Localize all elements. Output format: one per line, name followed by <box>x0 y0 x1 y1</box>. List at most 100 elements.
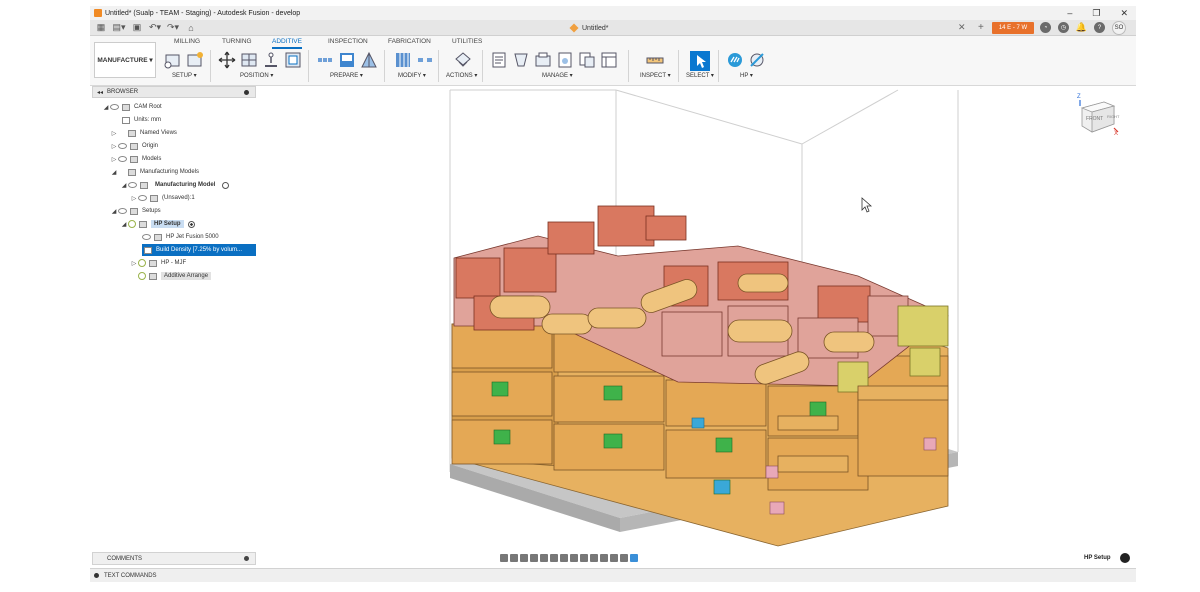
visibility-icon[interactable] <box>142 234 151 240</box>
workspace-switcher[interactable]: MANUFACTURE ▾ <box>94 42 156 78</box>
redo-icon[interactable]: ↷▾ <box>166 22 180 34</box>
expand-icon[interactable]: ▷ <box>130 260 138 267</box>
add-comment-icon[interactable] <box>244 556 249 561</box>
tree-node-machine[interactable]: HP Jet Fusion 5000 <box>142 231 219 243</box>
viewcube-front-label[interactable]: FRONT <box>1086 116 1103 122</box>
collapse-icon[interactable]: ◢ <box>102 104 110 111</box>
build-volume-scene[interactable] <box>258 86 1136 550</box>
hp-send-icon[interactable] <box>748 51 766 69</box>
collapse-icon[interactable]: ◢ <box>110 169 118 176</box>
environment-icon[interactable] <box>590 554 598 562</box>
print-settings-library-icon[interactable] <box>600 51 618 69</box>
expand-icon[interactable]: ▷ <box>130 195 138 202</box>
group-prepare[interactable]: PREPARE ▾ <box>330 72 363 79</box>
orientation-icon[interactable] <box>284 51 302 69</box>
comments-panel[interactable]: COMMENTS <box>92 552 256 565</box>
tree-node-origin[interactable]: ▷ Origin <box>110 140 158 152</box>
collapse-icon[interactable]: ◢ <box>110 208 118 215</box>
arrange-icon[interactable] <box>316 51 334 69</box>
generate-icon[interactable] <box>360 51 378 69</box>
help-icon[interactable]: ? <box>1094 22 1105 33</box>
visibility-icon[interactable] <box>118 143 127 149</box>
post-library-icon[interactable] <box>556 51 574 69</box>
new-tab-icon[interactable]: + <box>978 22 984 33</box>
tab-additive[interactable]: ADDITIVE <box>272 38 302 49</box>
view-cube[interactable]: Z FRONT RIGHT X <box>1074 94 1120 140</box>
tree-node-hp-mjf[interactable]: ▷ HP - MJF <box>130 257 186 269</box>
browser-header[interactable]: ◂◂ BROWSER <box>92 86 256 98</box>
display-settings-icon[interactable] <box>550 554 558 562</box>
orbit-icon[interactable] <box>500 554 508 562</box>
tool-library-icon[interactable] <box>512 51 530 69</box>
place-parts-icon[interactable] <box>240 51 258 69</box>
close-icon[interactable]: ✕ <box>1120 8 1128 19</box>
user-avatar[interactable]: SO <box>1112 21 1126 35</box>
tab-utilities[interactable]: UTILITIES <box>452 38 482 45</box>
group-manage[interactable]: MANAGE ▾ <box>542 72 573 79</box>
place-on-platform-icon[interactable] <box>262 51 280 69</box>
visibility-icon[interactable] <box>128 182 137 188</box>
tree-node-build-density[interactable]: Build Density [7.25% by volum... <box>142 244 256 256</box>
expand-icon[interactable]: ▷ <box>110 156 118 163</box>
new-setup-icon[interactable] <box>164 51 182 69</box>
save-icon[interactable]: ▣ <box>130 22 144 34</box>
active-radio-icon[interactable] <box>222 181 230 189</box>
visibility-icon[interactable] <box>110 104 119 110</box>
tree-node-setups[interactable]: ◢ Setups <box>110 205 161 217</box>
selection-filter-icon[interactable] <box>630 554 638 562</box>
fit-icon[interactable] <box>540 554 548 562</box>
job-status-icon[interactable]: ◷ <box>1058 22 1069 33</box>
group-modify[interactable]: MODIFY ▾ <box>398 72 426 79</box>
tab-milling[interactable]: MILLING <box>174 38 200 45</box>
section-analysis-icon[interactable] <box>600 554 608 562</box>
text-commands-icon[interactable] <box>94 573 99 578</box>
undo-icon[interactable]: ↶▾ <box>148 22 162 34</box>
setup-options-icon[interactable] <box>186 51 204 69</box>
supports-icon[interactable] <box>338 51 356 69</box>
home-icon[interactable]: ⌂ <box>184 22 198 34</box>
extensions-icon[interactable]: ◔ <box>1040 22 1051 33</box>
tree-node-units[interactable]: Units: mm <box>114 114 161 126</box>
tree-node-models[interactable]: ▷ Models <box>110 153 161 165</box>
measure-icon[interactable] <box>646 51 664 69</box>
active-radio-icon[interactable] <box>187 220 195 228</box>
viewports-icon[interactable] <box>570 554 578 562</box>
collapse-icon[interactable]: ◢ <box>120 221 128 228</box>
job-status-badge[interactable]: 14 E - 7 W <box>992 22 1034 34</box>
zoom-icon[interactable] <box>530 554 538 562</box>
mesh-modify-icon[interactable] <box>394 51 412 69</box>
notifications-icon[interactable]: 🔔 <box>1076 22 1087 33</box>
tree-node-hp-setup[interactable]: ◢ HP Setup <box>120 218 195 230</box>
look-at-icon[interactable] <box>510 554 518 562</box>
group-inspect[interactable]: INSPECT ▾ <box>640 72 671 79</box>
setup-sheet-icon[interactable] <box>490 51 508 69</box>
collapse-icon[interactable]: ◢ <box>120 182 128 189</box>
tree-node-named-views[interactable]: ▷ Named Views <box>110 127 177 139</box>
3d-viewport[interactable]: Z FRONT RIGHT X <box>258 86 1136 550</box>
visibility-icon[interactable] <box>118 156 127 162</box>
file-icon[interactable]: ▤▾ <box>112 22 126 34</box>
machine-library-icon[interactable] <box>534 51 552 69</box>
group-setup[interactable]: SETUP ▾ <box>172 72 197 79</box>
group-hp[interactable]: HP ▾ <box>740 72 753 79</box>
grid-menu-icon[interactable]: ▦ <box>94 22 108 34</box>
visibility-icon[interactable] <box>118 208 127 214</box>
tree-node-manufacturing-model[interactable]: ◢ Manufacturing Model <box>120 179 230 191</box>
document-tab[interactable]: Untitled* <box>569 20 608 36</box>
group-actions[interactable]: ACTIONS ▾ <box>446 72 477 79</box>
text-commands-bar[interactable]: TEXT COMMANDS <box>90 568 1136 582</box>
group-select[interactable]: SELECT ▾ <box>686 72 714 79</box>
pan-icon[interactable] <box>520 554 528 562</box>
camera-icon[interactable] <box>610 554 618 562</box>
tree-node-additive-arrange[interactable]: Additive Arrange <box>138 270 212 282</box>
status-chat-icon[interactable] <box>1120 553 1130 563</box>
select-icon[interactable] <box>690 51 710 71</box>
template-library-icon[interactable] <box>578 51 596 69</box>
tree-node-unsaved[interactable]: ▷ (Unsaved):1 <box>130 192 195 204</box>
expand-icon[interactable]: ▷ <box>110 130 118 137</box>
hp-logo-icon[interactable] <box>726 51 744 69</box>
move-icon[interactable] <box>218 51 236 69</box>
visual-style-icon[interactable] <box>580 554 588 562</box>
expand-icon[interactable]: ▷ <box>110 143 118 150</box>
visibility-icon[interactable] <box>138 195 147 201</box>
